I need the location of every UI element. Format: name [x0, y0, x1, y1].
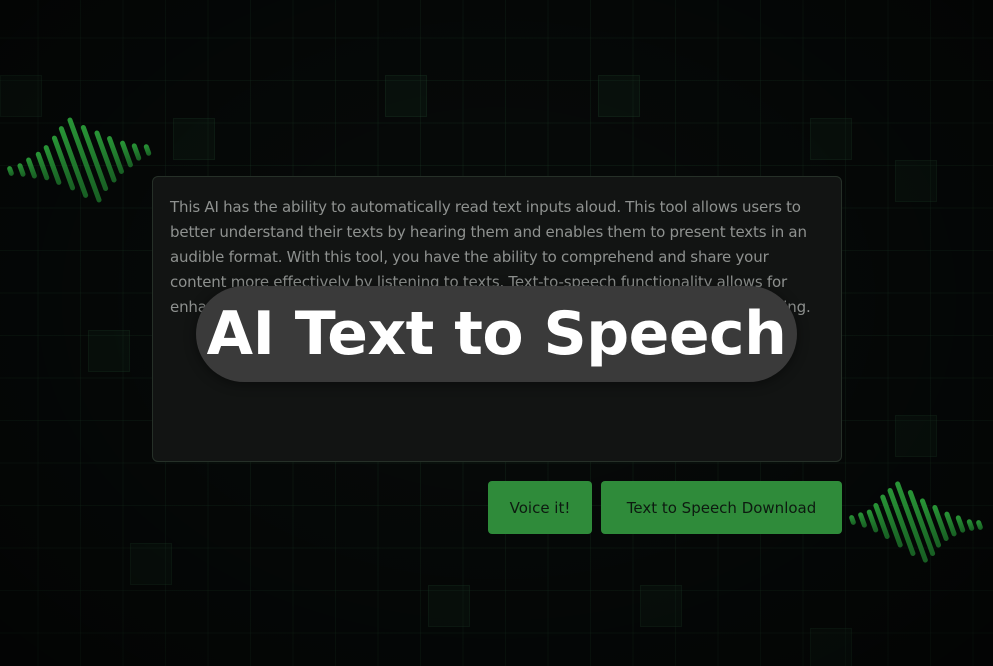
- sound-wave-icon: [848, 475, 990, 570]
- sound-wave-icon: [6, 105, 160, 215]
- sound-wave-bar: [848, 514, 857, 526]
- sound-wave-bar: [131, 142, 142, 162]
- sound-wave-bar: [6, 165, 15, 177]
- sound-wave-bar: [142, 143, 152, 157]
- sound-wave-bar: [16, 162, 26, 178]
- download-button[interactable]: Text to Speech Download: [601, 481, 842, 534]
- sound-wave-bar: [965, 518, 975, 531]
- sound-wave-bar: [857, 511, 868, 529]
- sound-wave-bar: [25, 156, 38, 180]
- sound-wave-bar: [954, 514, 966, 534]
- voice-it-button[interactable]: Voice it!: [488, 481, 592, 534]
- sound-wave-bar: [975, 519, 984, 531]
- title-banner: AI Text to Speech: [196, 286, 797, 382]
- page-title: AI Text to Speech: [206, 299, 787, 369]
